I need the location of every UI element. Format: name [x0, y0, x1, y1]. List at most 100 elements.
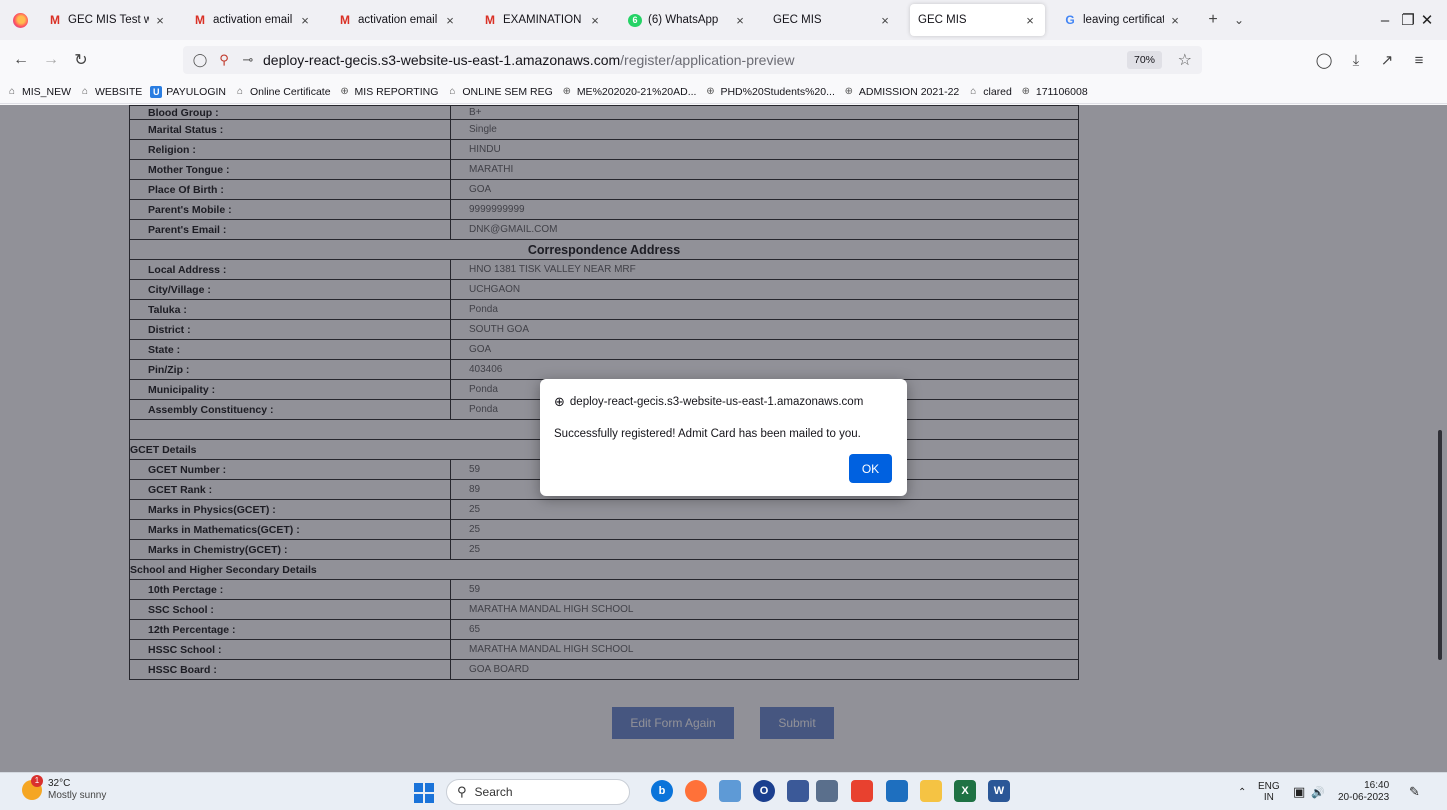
language-indicator[interactable]: ENG IN [1258, 773, 1280, 810]
forward-icon[interactable]: → [36, 45, 66, 75]
bookmark-item[interactable]: ⌂ clared [967, 86, 1012, 98]
dialog-message: Successfully registered! Admit Card has … [554, 428, 861, 440]
globe-icon: ⊕ [1021, 86, 1031, 97]
bookmark-item[interactable]: ⊕ ADMISSION 2021-22 [843, 85, 960, 98]
bookmark-item[interactable]: ⊕ MIS REPORTING [339, 85, 439, 98]
app-icon[interactable]: O [753, 780, 775, 802]
zoom-level[interactable]: 70% [1126, 51, 1162, 69]
tab-close-icon[interactable]: × [1023, 13, 1037, 28]
bookmark-item[interactable]: ⌂ WEBSITE [79, 86, 142, 98]
region-code: IN [1263, 792, 1274, 803]
bookmark-star-icon[interactable]: ☆ [1178, 50, 1192, 70]
chart-app-icon[interactable] [787, 780, 809, 802]
tab[interactable]: Mactivation email for × [330, 4, 465, 36]
globe-icon: ⊕ [340, 86, 349, 97]
tab[interactable]: GEC MIS × [910, 4, 1045, 36]
bookmark-item[interactable]: ⌂ ONLINE SEM REG [446, 86, 552, 98]
search-icon: ⚲ [457, 784, 467, 799]
anydesk-icon[interactable] [851, 780, 873, 802]
url-host: deploy-react-gecis.s3-website-us-east-1.… [263, 52, 621, 68]
tab[interactable]: 6 (6) WhatsApp × [620, 4, 755, 36]
volume-icon[interactable]: 🔊 [1311, 773, 1325, 810]
dialog-host: deploy-react-gecis.s3-website-us-east-1.… [569, 396, 864, 408]
site-icon: ⌂ [970, 86, 977, 97]
tab[interactable]: M GEC MIS Test websi × [40, 4, 175, 36]
sun-icon: 1 [22, 775, 43, 800]
tab-strip: MGEC MIS Test websi× Mactivation email fo… [0, 0, 1447, 40]
bookmark-label: PAYULOGIN [166, 85, 226, 98]
calculator-icon[interactable] [816, 780, 838, 802]
bookmark-label: clared [983, 85, 1012, 98]
bookmark-label: ADMISSION 2021-22 [858, 85, 960, 98]
gmail-icon: M [485, 13, 495, 27]
share-icon[interactable]: ↗ [1373, 46, 1401, 74]
close-window-icon[interactable]: ✕ [1404, 0, 1447, 40]
hamburger-menu-icon[interactable]: ≡ [1405, 46, 1433, 74]
permissions-icon[interactable]: ⊸ [239, 51, 257, 69]
tab-close-icon[interactable]: × [1168, 13, 1182, 28]
bookmark-label: Online Certificate [250, 85, 331, 98]
tab-close-icon[interactable]: × [298, 13, 312, 28]
tab-close-icon[interactable]: × [733, 13, 747, 28]
notepad-icon[interactable] [886, 780, 908, 802]
tab[interactable]: Gleaving certificate in × [1055, 4, 1190, 36]
bookmark-item[interactable]: ⊕ ME%202020-21%20AD... [561, 86, 697, 98]
paint-icon[interactable] [719, 780, 741, 802]
bookmark-label: MIS_NEW [22, 85, 72, 98]
notifications-icon[interactable]: ✎ [1409, 773, 1420, 810]
tab-close-icon[interactable]: × [443, 13, 457, 28]
gmail-icon: M [340, 13, 350, 27]
bookmark-label: ME%202020-21%20AD... [576, 85, 697, 98]
tray-overflow-icon[interactable]: ⌃ [1238, 773, 1246, 810]
bookmark-label: MIS REPORTING [354, 85, 439, 98]
bookmark-item[interactable]: ⌂ Online Certificate [234, 86, 331, 98]
tabs: MGEC MIS Test websi× Mactivation email fo… [40, 4, 1200, 36]
network-icon[interactable]: ▣ [1293, 773, 1305, 810]
bookmark-item[interactable]: ⌂ MIS_NEW [6, 86, 71, 98]
taskbar-search[interactable]: ⚲ Search [446, 779, 630, 805]
weather-widget[interactable]: 1 32°C Mostly sunny [22, 775, 107, 802]
weather-badge: 1 [31, 775, 43, 787]
globe-icon: ⊕ [554, 394, 565, 409]
clock-date: 20-06-2023 [1338, 792, 1390, 803]
firefox-taskbar-icon[interactable] [685, 780, 707, 802]
gmail-icon: M [195, 13, 205, 27]
word-icon[interactable]: W [988, 780, 1010, 802]
tab-close-icon[interactable]: × [878, 13, 892, 28]
bookmark-item[interactable]: ⊕ PHD%20Students%20... [704, 86, 835, 98]
site-icon: ⌂ [236, 86, 244, 97]
bing-icon[interactable]: b [651, 780, 673, 802]
taskbar-search-label: Search [474, 785, 513, 799]
shield-icon[interactable]: ◯ [191, 51, 209, 69]
payu-icon: U [150, 85, 163, 98]
windows-start-icon[interactable] [414, 783, 434, 803]
downloads-icon[interactable]: ⤓ [1342, 46, 1370, 74]
tab-title: leaving certificate in [1083, 14, 1164, 26]
back-icon[interactable]: ← [6, 45, 36, 75]
reload-icon[interactable]: ↻ [66, 45, 96, 75]
pocket-icon[interactable]: ◯ [1310, 46, 1338, 74]
url-bar[interactable]: ◯ ⚲ ⊸ deploy-react-gecis.s3-website-us-e… [183, 46, 1202, 74]
ok-button[interactable]: OK [849, 454, 892, 483]
bookmark-label: 171106008 [1035, 85, 1088, 98]
site-icon: ⌂ [81, 86, 89, 97]
globe-icon: ⊕ [562, 86, 571, 97]
tab-close-icon[interactable]: × [588, 13, 602, 28]
new-tab-icon[interactable]: + [1200, 11, 1226, 29]
google-icon: G [1065, 13, 1075, 27]
tab-close-icon[interactable]: × [153, 13, 167, 28]
tab[interactable]: Mactivation email for × [185, 4, 320, 36]
firefox-menu-icon[interactable] [0, 0, 40, 40]
bookmark-item[interactable]: ⊕ 171106008 [1020, 86, 1088, 98]
clock[interactable]: 16:40 20-06-2023 [1338, 773, 1389, 810]
tab-title: activation email for [213, 14, 294, 26]
tab[interactable]: M EXAMINATION NOT × [475, 4, 610, 36]
tab[interactable]: GEC MIS × [765, 4, 900, 36]
bookmark-item[interactable]: U PAYULOGIN [150, 85, 226, 98]
list-tabs-icon[interactable]: ⌄ [1226, 13, 1252, 27]
excel-icon[interactable]: X [954, 780, 976, 802]
insecure-lock-icon[interactable]: ⚲ [215, 51, 233, 69]
weather-condition: Mostly sunny [48, 790, 107, 801]
dialog-origin: ⊕ deploy-react-gecis.s3-website-us-east-… [554, 394, 863, 410]
file-explorer-icon[interactable] [920, 780, 942, 802]
